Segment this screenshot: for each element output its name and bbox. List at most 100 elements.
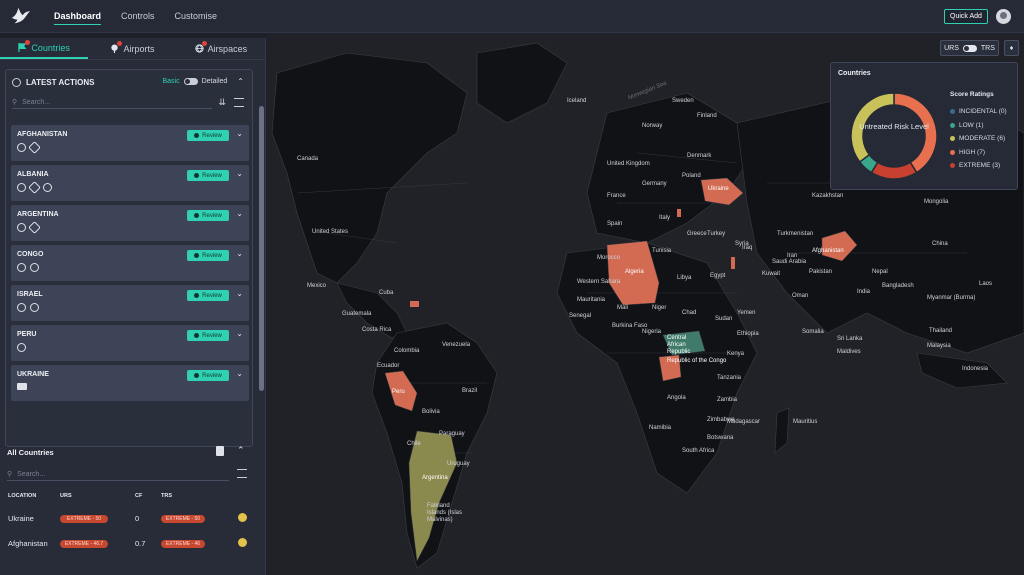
search-icon: ⚲ bbox=[7, 471, 13, 478]
compass-icon[interactable]: ♦ bbox=[1004, 40, 1019, 56]
chevron-up-icon[interactable]: ⌃ bbox=[237, 445, 245, 456]
country-name: ISRAEL bbox=[17, 291, 43, 298]
country-action-card[interactable]: CONGO Review ⌄ bbox=[11, 245, 249, 281]
globe-icon bbox=[194, 41, 207, 53]
legend-title: Countries bbox=[838, 70, 871, 77]
user-avatar-icon[interactable] bbox=[996, 9, 1011, 24]
map-label: India bbox=[857, 289, 871, 295]
country-action-card[interactable]: AFGHANISTAN Review ⌄ bbox=[11, 125, 249, 161]
tab-countries[interactable]: Countries bbox=[0, 38, 89, 59]
map-label: Denmark bbox=[687, 153, 712, 159]
map-label: Germany bbox=[642, 181, 667, 187]
country-action-card[interactable]: UKRAINE Review ⌄ bbox=[11, 365, 249, 401]
export-document-icon[interactable] bbox=[216, 446, 224, 456]
nav-controls[interactable]: Controls bbox=[121, 8, 155, 25]
map-label: Namibia bbox=[649, 425, 672, 431]
nav-dashboard[interactable]: Dashboard bbox=[54, 8, 102, 25]
filter-sliders-icon[interactable] bbox=[237, 469, 247, 478]
score-toggle[interactable] bbox=[962, 44, 977, 52]
chevron-down-icon[interactable]: ⌄ bbox=[236, 329, 243, 338]
map-label: Bolivia bbox=[422, 409, 440, 415]
chevron-up-icon[interactable]: ⌃ bbox=[237, 77, 244, 86]
chevron-down-icon[interactable]: ⌄ bbox=[236, 369, 243, 378]
col-urs[interactable]: URS bbox=[60, 493, 72, 499]
map-label: Nigeria bbox=[642, 329, 662, 335]
tab-airspaces-label: Airspaces bbox=[207, 43, 248, 54]
mode-toggle[interactable] bbox=[183, 78, 198, 85]
country-action-card[interactable]: ALBANIA Review ⌄ bbox=[11, 165, 249, 201]
map-label: Mauritania bbox=[577, 297, 606, 303]
collapse-all-icon[interactable]: ⇊ bbox=[218, 97, 226, 108]
country-action-card[interactable]: ARGENTINA Review ⌄ bbox=[11, 205, 249, 241]
map-label: South Africa bbox=[682, 448, 715, 454]
warning-icon[interactable] bbox=[238, 538, 247, 547]
table-row[interactable]: Ukraine EXTREME - 50 0 EXTREME - 50 bbox=[8, 510, 258, 532]
dove-logo-icon[interactable] bbox=[10, 5, 32, 27]
score-rating-item[interactable]: INCIDENTAL (0) bbox=[950, 105, 1007, 119]
chevron-down-icon[interactable]: ⌄ bbox=[236, 249, 243, 258]
latest-actions-panel: LATEST ACTIONS Basic Detailed ⌃ ⚲ Search… bbox=[5, 69, 253, 447]
map-label: Kazakhstan bbox=[812, 193, 844, 199]
cell-location: Afghanistan bbox=[8, 539, 48, 548]
panel-scrollbar[interactable] bbox=[259, 106, 264, 391]
col-cf[interactable]: CF bbox=[135, 493, 142, 499]
chevron-down-icon[interactable]: ⌄ bbox=[236, 289, 243, 298]
score-rating-item[interactable]: EXTREME (3) bbox=[950, 159, 1007, 173]
map-label: Libya bbox=[677, 275, 692, 281]
donut-center-label: Untreated Risk Level bbox=[859, 122, 929, 131]
filter-sliders-icon[interactable] bbox=[234, 98, 244, 107]
cell-cf: 0 bbox=[135, 514, 140, 523]
country-name: CONGO bbox=[17, 251, 44, 258]
table-row[interactable]: Afghanistan EXTREME - 46.7 0.7 EXTREME -… bbox=[8, 535, 258, 557]
color-dot-icon bbox=[950, 122, 955, 128]
country-name: UKRAINE bbox=[17, 371, 49, 378]
map-label: Senegal bbox=[569, 313, 592, 319]
latest-actions-title: LATEST ACTIONS bbox=[26, 78, 95, 87]
score-rating-item[interactable]: LOW (1) bbox=[950, 119, 1007, 133]
chevron-down-icon[interactable]: ⌄ bbox=[236, 169, 243, 178]
review-button[interactable]: Review bbox=[187, 130, 229, 141]
quick-add-button[interactable]: Quick Add bbox=[944, 9, 988, 24]
col-location[interactable]: LOCATION bbox=[8, 493, 36, 499]
review-button[interactable]: Review bbox=[187, 290, 229, 301]
cell-urs-badge: EXTREME - 50 bbox=[60, 515, 108, 523]
settings-gear-icon bbox=[12, 78, 21, 87]
map-label: Chad bbox=[682, 310, 697, 316]
review-button[interactable]: Review bbox=[187, 170, 229, 181]
review-button[interactable]: Review bbox=[187, 250, 229, 261]
country-name: ARGENTINA bbox=[17, 211, 59, 218]
map-label: Thailand bbox=[929, 328, 953, 334]
map-label: Greece bbox=[687, 231, 707, 237]
all-countries-title: All Countries bbox=[7, 448, 54, 457]
globe-pin-icon bbox=[30, 263, 39, 272]
map-label: Iceland bbox=[567, 98, 587, 104]
chevron-down-icon[interactable]: ⌄ bbox=[236, 209, 243, 218]
map-label: Angola bbox=[667, 395, 686, 401]
country-action-card[interactable]: ISRAEL Review ⌄ bbox=[11, 285, 249, 321]
urs-trs-toggle[interactable]: URS TRS bbox=[940, 40, 999, 56]
donut-segment-extreme[interactable] bbox=[870, 161, 918, 180]
tab-airports[interactable]: Airports bbox=[88, 38, 176, 59]
donut-segment-high[interactable] bbox=[893, 92, 938, 174]
tab-airspaces[interactable]: Airspaces bbox=[177, 38, 265, 59]
mode-detailed-label: Detailed bbox=[201, 78, 228, 85]
country-name: AFGHANISTAN bbox=[17, 131, 68, 138]
chevron-down-icon[interactable]: ⌄ bbox=[236, 129, 243, 138]
score-rating-item[interactable]: HIGH (7) bbox=[950, 146, 1007, 160]
review-button[interactable]: Review bbox=[187, 330, 229, 341]
review-button[interactable]: Review bbox=[187, 210, 229, 221]
map-label: Indonesia bbox=[962, 366, 989, 372]
trs-label: TRS bbox=[980, 44, 995, 52]
score-rating-label: HIGH (7) bbox=[959, 148, 985, 156]
map-label: Zambia bbox=[717, 397, 738, 403]
globe-pin-icon bbox=[17, 183, 26, 192]
score-rating-item[interactable]: MODERATE (6) bbox=[950, 132, 1007, 146]
warning-icon[interactable] bbox=[238, 513, 247, 522]
col-trs[interactable]: TRS bbox=[161, 493, 172, 499]
review-button[interactable]: Review bbox=[187, 370, 229, 381]
country-action-card[interactable]: PERU Review ⌄ bbox=[11, 325, 249, 361]
all-countries-search[interactable]: ⚲ Search... bbox=[7, 468, 229, 481]
latest-actions-search[interactable]: ⚲ Search... bbox=[12, 96, 212, 109]
map-label: Sweden bbox=[672, 98, 694, 104]
nav-customise[interactable]: Customise bbox=[175, 8, 218, 25]
